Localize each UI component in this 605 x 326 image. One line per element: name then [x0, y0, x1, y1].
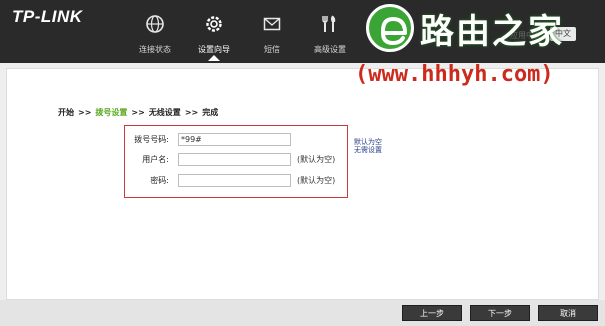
form-row-password: 密码: (默认为空) — [125, 174, 349, 188]
cancel-button[interactable]: 取消 — [538, 305, 598, 321]
password-label: 密码: — [150, 176, 169, 185]
side-note-no-setup: 无需设置 — [354, 146, 382, 154]
nav-connection-status[interactable]: 连接状态 — [125, 14, 185, 55]
side-annotation: 默认为空 无需设置 — [354, 138, 382, 154]
nav-setup-wizard[interactable]: 设置向导 — [184, 14, 244, 61]
form-row-dial-number: 拨号号码: — [125, 133, 349, 147]
wizard-breadcrumb: 开始 >> 拨号设置 >> 无线设置 >> 完成 — [58, 107, 218, 118]
watermark-url: (www.hhhyh.com) — [355, 62, 554, 87]
step-separator: >> — [184, 108, 199, 117]
username-input[interactable] — [178, 153, 291, 166]
step-wireless-settings: 无线设置 — [148, 108, 181, 117]
dial-number-label: 拨号号码: — [134, 135, 169, 144]
brand-logo: TP-LINK — [12, 7, 83, 26]
globe-icon — [146, 15, 164, 33]
tools-icon — [322, 15, 336, 32]
step-start: 开始 — [58, 108, 74, 117]
nav-advanced-settings[interactable]: 高级设置 — [300, 14, 360, 55]
step-separator: >> — [131, 108, 145, 117]
nav-label: 短信 — [264, 45, 280, 54]
form-row-username: 用户名: (默认为空) — [125, 153, 349, 167]
dial-number-input[interactable] — [178, 133, 291, 146]
nav-label: 高级设置 — [314, 45, 346, 54]
password-input[interactable] — [178, 174, 291, 187]
password-hint: (默认为空) — [297, 176, 336, 185]
nav-label: 设置向导 — [198, 45, 230, 54]
side-note-default-empty: 默认为空 — [354, 138, 382, 146]
nav-sms[interactable]: 短信 — [242, 14, 302, 55]
next-button[interactable]: 下一步 — [470, 305, 530, 321]
mail-icon — [263, 17, 281, 31]
watermark-title: 路由之家 — [420, 12, 564, 52]
dial-settings-form: 拨号号码: 用户名: (默认为空) 密码: (默认为空) — [124, 125, 348, 198]
prev-button[interactable]: 上一步 — [402, 305, 462, 321]
username-label: 用户名: — [142, 155, 169, 164]
username-hint: (默认为空) — [297, 155, 336, 164]
nav-label: 连接状态 — [139, 45, 171, 54]
e-logo-icon — [380, 16, 407, 46]
step-separator: >> — [78, 108, 92, 117]
step-finish: 完成 — [202, 108, 219, 117]
watermark-logo-icon — [366, 4, 414, 52]
gear-icon — [206, 16, 222, 32]
step-dial-settings: 拨号设置 — [95, 108, 128, 117]
